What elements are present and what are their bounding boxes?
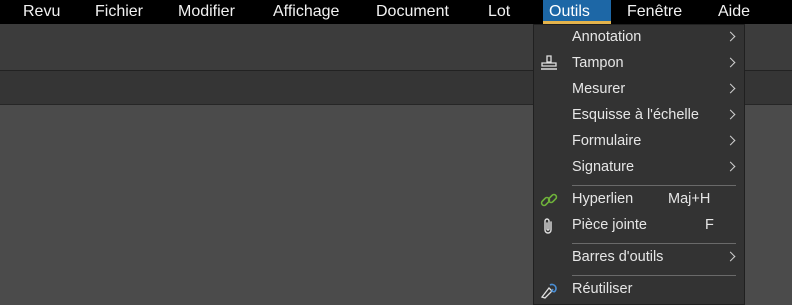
menu-separator [572, 275, 736, 276]
menu-item-formulaire[interactable]: Formulaire [534, 129, 744, 155]
stamp-icon [539, 54, 559, 74]
menu-item-piece-jointe[interactable]: Pièce jointe F [534, 213, 744, 239]
chevron-right-icon [725, 83, 736, 94]
menu-document[interactable]: Document [376, 0, 449, 24]
chevron-right-icon [725, 251, 736, 262]
chevron-right-icon [725, 31, 736, 42]
menu-item-label: Hyperlien [572, 191, 634, 207]
outils-dropdown-menu: Annotation Tampon Mesurer Esquisse à l'é… [533, 24, 745, 305]
menu-modifier[interactable]: Modifier [178, 0, 235, 24]
menu-item-label: Barres d'outils [572, 249, 664, 265]
menu-item-label: Tampon [572, 55, 624, 71]
menu-item-label: Esquisse à l'échelle [572, 107, 699, 123]
menu-item-tampon[interactable]: Tampon [534, 51, 744, 77]
menu-aide[interactable]: Aide [718, 0, 750, 24]
menu-item-esquisse[interactable]: Esquisse à l'échelle [534, 103, 744, 129]
paperclip-icon [539, 216, 559, 236]
menu-item-label: Mesurer [572, 81, 626, 97]
shortcut-hint: Maj+H [668, 191, 711, 207]
menu-item-signature[interactable]: Signature [534, 155, 744, 181]
menu-item-label: Formulaire [572, 133, 642, 149]
link-icon [539, 190, 559, 210]
menu-item-hyperlien[interactable]: Hyperlien Maj+H [534, 187, 744, 213]
menu-item-label: Annotation [572, 29, 642, 45]
menu-item-label: Pièce jointe [572, 217, 647, 233]
chevron-right-icon [725, 135, 736, 146]
menu-separator [572, 185, 736, 186]
reuse-icon [539, 280, 559, 300]
menu-affichage[interactable]: Affichage [273, 0, 339, 24]
menu-bar: Revu Fichier Modifier Affichage Document… [0, 0, 792, 24]
menu-item-label: Signature [572, 159, 635, 175]
menu-separator [572, 243, 736, 244]
menu-item-mesurer[interactable]: Mesurer [534, 77, 744, 103]
chevron-right-icon [725, 109, 736, 120]
menu-revu[interactable]: Revu [23, 0, 60, 24]
menu-lot[interactable]: Lot [488, 0, 510, 24]
shortcut-hint: F [705, 217, 714, 233]
chevron-right-icon [725, 161, 736, 172]
menu-item-reutiliser[interactable]: Réutiliser [534, 277, 744, 303]
menu-item-label: Réutiliser [572, 281, 633, 297]
menu-outils[interactable]: Outils [543, 0, 611, 24]
chevron-right-icon [725, 57, 736, 68]
menu-item-barres-outils[interactable]: Barres d'outils [534, 245, 744, 271]
menu-fichier[interactable]: Fichier [95, 0, 143, 24]
menu-item-annotation[interactable]: Annotation [534, 25, 744, 51]
menu-fenetre[interactable]: Fenêtre [627, 0, 682, 24]
